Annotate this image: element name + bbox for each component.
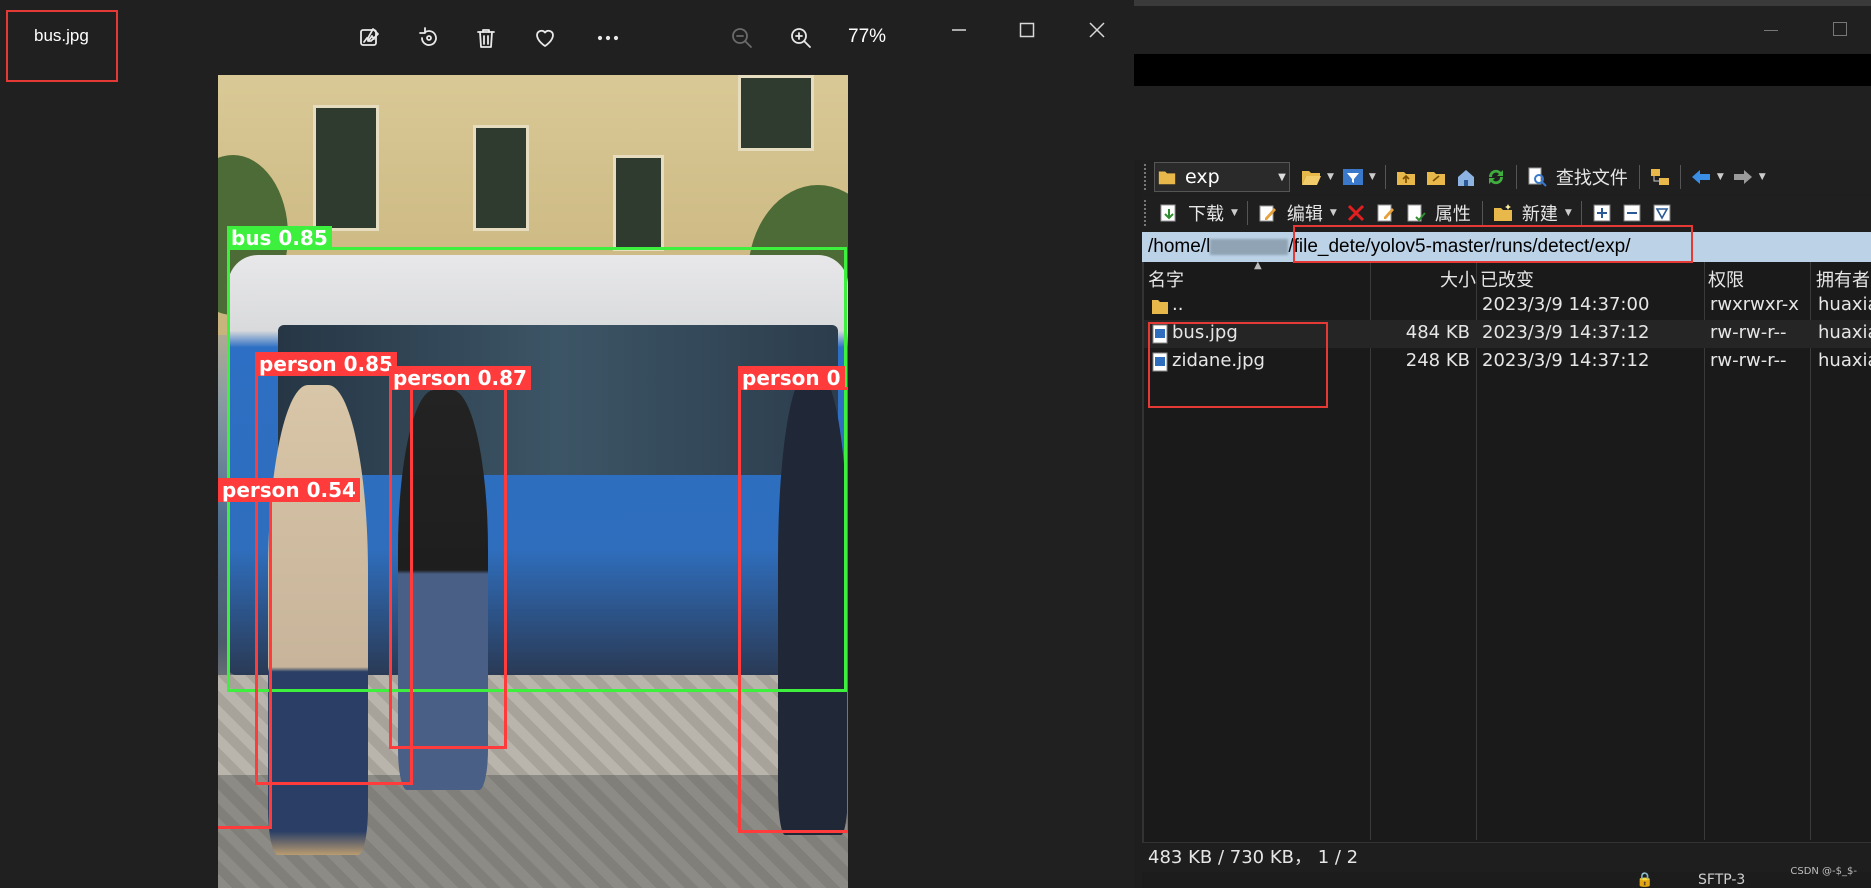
zoom-out-icon[interactable] — [726, 22, 758, 54]
download-button[interactable]: 下载 — [1188, 200, 1224, 226]
parent-folder-icon — [1152, 300, 1168, 314]
filter-mask-icon[interactable] — [1649, 200, 1675, 226]
detection-label: person 0.54 — [218, 478, 360, 502]
file-owner: huaxia — [1818, 322, 1871, 343]
status-bar: 483 KB / 730 KB， 1 / 2 — [1142, 842, 1871, 872]
new-button[interactable]: 新建 — [1522, 200, 1558, 226]
file-permissions: rwxrwxr-x — [1710, 294, 1799, 315]
directory-combo-value: exp — [1185, 166, 1220, 188]
close-icon[interactable] — [1078, 14, 1116, 46]
zoom-in-icon[interactable] — [785, 22, 817, 54]
download-icon[interactable] — [1156, 200, 1182, 226]
refresh-icon[interactable] — [1483, 164, 1509, 190]
find-files-button[interactable]: 查找文件 — [1556, 164, 1628, 190]
file-size: 484 KB — [1405, 322, 1470, 343]
detection-label: person 0.85 — [255, 352, 397, 376]
file-manager-titlebar — [1134, 0, 1871, 54]
photo-viewer-window: bus.jpg 77% bus 0.85 person 0.85 person … — [0, 0, 1134, 888]
rotate-icon[interactable] — [413, 22, 445, 54]
column-header-name[interactable]: 名字 — [1148, 266, 1184, 292]
file-permissions: rw-rw-r-- — [1710, 322, 1787, 343]
find-files-icon[interactable] — [1524, 164, 1550, 190]
rename-icon[interactable] — [1373, 200, 1399, 226]
maximize-icon[interactable] — [1008, 14, 1046, 46]
directory-combo[interactable]: exp ▼ — [1154, 162, 1290, 192]
edit-button[interactable]: 编辑 — [1287, 200, 1323, 226]
detection-label: person 0 — [738, 366, 845, 390]
column-header-modified[interactable]: 已改变 — [1480, 266, 1534, 292]
files-annotation-box — [1148, 322, 1328, 408]
title-annotation-box — [6, 10, 118, 82]
detection-label: bus 0.85 — [227, 226, 332, 250]
file-modified: 2023/3/9 14:37:12 — [1482, 322, 1650, 343]
parent-folder-icon[interactable] — [1393, 164, 1419, 190]
detection-label: person 0.87 — [389, 366, 531, 390]
edit-image-icon[interactable] — [354, 22, 386, 54]
chevron-down-icon[interactable]: ▼ — [1369, 172, 1376, 182]
edit-icon[interactable] — [1255, 200, 1281, 226]
minimize-icon[interactable] — [940, 14, 978, 46]
secondary-status-bar: 🔒 SFTP-3 — [1142, 872, 1871, 888]
path-prefix: /home/l — [1148, 236, 1211, 257]
chevron-down-icon[interactable]: ▼ — [1330, 208, 1337, 218]
more-options-icon[interactable] — [592, 22, 624, 54]
person-detection-box: person 0.54 — [218, 478, 360, 829]
navigation-toolbar: exp ▼ ▼ ▼ 查找文件 ▼ ▼ — [1142, 160, 1871, 194]
file-manager-window: exp ▼ ▼ ▼ 查找文件 ▼ ▼ 下载 ▼ 编辑 ▼ 属性 新建 ▼ /ho… — [1134, 0, 1871, 888]
collapse-minus-icon[interactable] — [1619, 200, 1645, 226]
path-annotation-box — [1293, 225, 1693, 263]
chevron-down-icon[interactable]: ▼ — [1759, 172, 1766, 182]
maximize-icon[interactable] — [1833, 22, 1847, 36]
file-owner: huaxia — [1818, 350, 1871, 371]
home-icon[interactable] — [1453, 164, 1479, 190]
redacted-username — [1210, 238, 1289, 255]
root-folder-icon[interactable] — [1423, 164, 1449, 190]
minimize-icon[interactable] — [1764, 30, 1778, 31]
new-folder-icon[interactable] — [1490, 200, 1516, 226]
chevron-down-icon[interactable]: ▼ — [1717, 172, 1724, 182]
properties-button[interactable]: 属性 — [1435, 200, 1471, 226]
chevron-down-icon[interactable]: ▼ — [1327, 172, 1334, 182]
file-permissions: rw-rw-r-- — [1710, 350, 1787, 371]
zoom-level-indicator[interactable]: 77% — [848, 26, 886, 48]
file-owner: huaxia — [1818, 294, 1871, 315]
properties-icon[interactable] — [1403, 200, 1429, 226]
column-header-owner[interactable]: 拥有者 — [1816, 266, 1870, 292]
column-header-permissions[interactable]: 权限 — [1708, 266, 1744, 292]
protocol-label: SFTP-3 — [1698, 872, 1746, 888]
chevron-down-icon[interactable]: ▼ — [1275, 172, 1289, 183]
folder-icon — [1157, 164, 1177, 190]
back-arrow-icon[interactable] — [1688, 164, 1714, 190]
sort-caret-icon: ▲ — [1254, 260, 1262, 271]
delete-icon[interactable] — [470, 22, 502, 54]
person-detection-box: person 0 — [738, 366, 848, 833]
delete-x-icon[interactable] — [1343, 200, 1369, 226]
file-modified: 2023/3/9 14:37:00 — [1482, 294, 1650, 315]
expand-plus-icon[interactable] — [1589, 200, 1615, 226]
filter-icon[interactable] — [1340, 164, 1366, 190]
tree-view-icon[interactable] — [1647, 164, 1673, 190]
chevron-down-icon[interactable]: ▼ — [1565, 208, 1572, 218]
file-size: 248 KB — [1405, 350, 1470, 371]
file-modified: 2023/3/9 14:37:12 — [1482, 350, 1650, 371]
file-row-parent-dir[interactable]: .. 2023/3/9 14:37:00 rwxrwxr-x huaxia — [1144, 292, 1871, 320]
file-name: .. — [1172, 294, 1184, 315]
chevron-down-icon[interactable]: ▼ — [1231, 208, 1238, 218]
lock-icon: 🔒 — [1636, 872, 1654, 888]
terminal-strip — [1134, 54, 1871, 86]
detection-result-image: bus 0.85 person 0.85 person 0.87 person … — [218, 75, 848, 888]
open-folder-icon[interactable] — [1298, 164, 1324, 190]
column-header-size[interactable]: 大小 — [1440, 266, 1476, 292]
forward-arrow-icon[interactable] — [1730, 164, 1756, 190]
person-detection-box: person 0.87 — [389, 366, 531, 749]
watermark: CSDN @-$_$- — [1790, 866, 1857, 877]
favorite-heart-icon[interactable] — [529, 22, 561, 54]
